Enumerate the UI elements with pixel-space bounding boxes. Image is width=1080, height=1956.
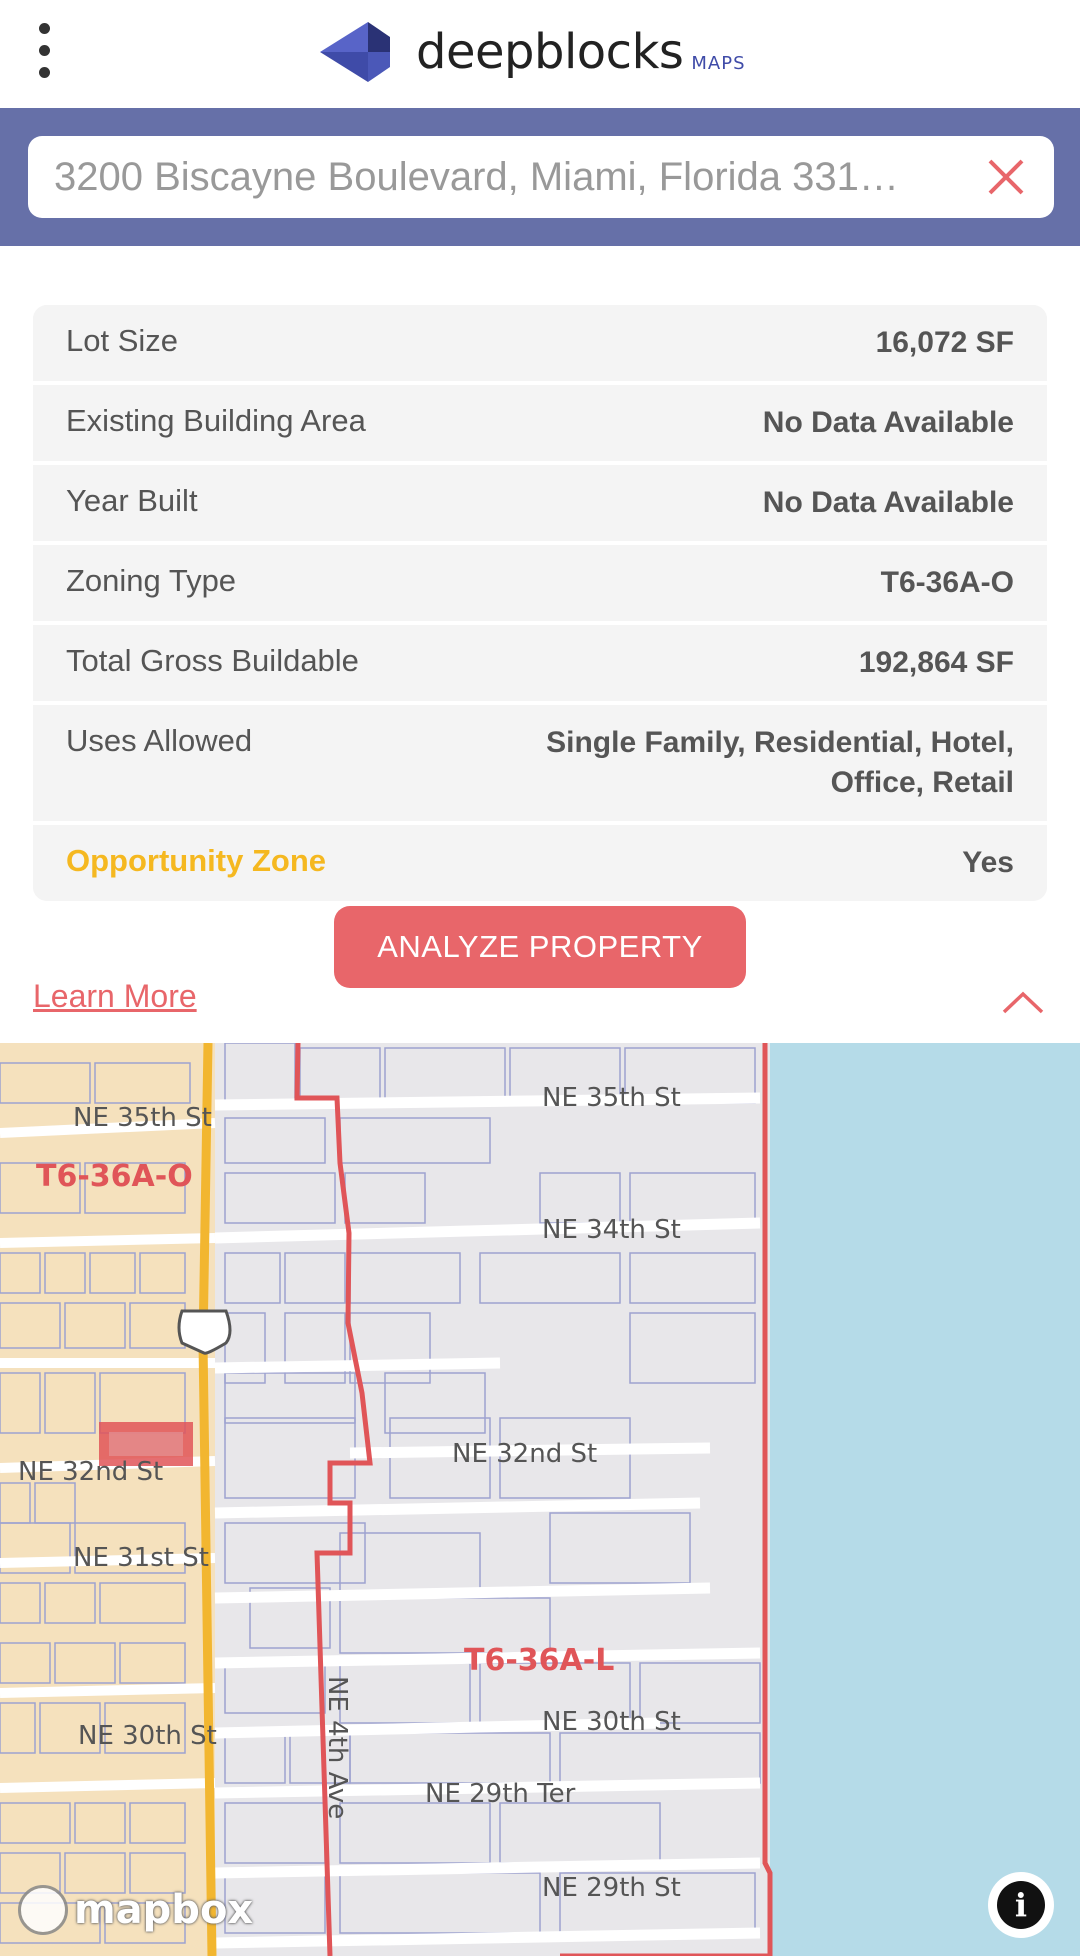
street-label-ne30-left: NE 30th St [78,1721,217,1751]
row-total-gross-buildable: Total Gross Buildable 192,864 SF [33,625,1047,705]
row-existing-building-area: Existing Building Area No Data Available [33,385,1047,465]
brand-logo: deepblocks MAPS [320,16,746,88]
row-label: Uses Allowed [66,723,253,758]
analyze-property-button[interactable]: ANALYZE PROPERTY [334,906,746,988]
row-value: T6-36A-O [880,566,1014,599]
street-label-ne29ter: NE 29th Ter [425,1779,576,1809]
property-details-table: Lot Size 16,072 SF Existing Building Are… [33,305,1047,901]
row-opportunity-zone: Opportunity Zone Yes [33,825,1047,901]
street-label-ne32-left: NE 32nd St [18,1457,164,1487]
mapbox-logo[interactable]: mapbox [18,1883,253,1937]
brand-sub: MAPS [691,52,746,74]
row-value: Single Family, Residential, Hotel, Offic… [546,726,1014,799]
street-label-ne29st: NE 29th St [542,1873,681,1903]
row-value: No Data Available [762,486,1014,519]
row-label: Existing Building Area [66,403,366,438]
mapbox-attribution: mapbox [74,1887,254,1933]
street-label-ne34: NE 34th St [542,1215,681,1245]
row-value: 192,864 SF [858,646,1014,679]
info-icon[interactable]: i [988,1872,1054,1938]
street-label-ne35-right: NE 35th St [542,1083,681,1113]
zoning-map[interactable]: NE 35th St NE 35th St NE 34th St NE 32nd… [0,1043,1080,1956]
learn-more-link[interactable]: Learn More [33,978,197,1015]
app-header: deepblocks MAPS [0,0,1080,108]
more-menu-icon[interactable] [28,20,60,82]
opportunity-zone-label[interactable]: Opportunity Zone [66,843,326,879]
search-bar: 3200 Biscayne Boulevard, Miami, Florida … [0,108,1080,246]
chevron-up-icon[interactable] [1000,986,1046,1016]
street-label-ne35-left: NE 35th St [73,1103,212,1133]
street-label-ne31: NE 31st St [73,1543,209,1573]
mapbox-icon [18,1885,68,1935]
row-lot-size: Lot Size 16,072 SF [33,305,1047,385]
search-box: 3200 Biscayne Boulevard, Miami, Florida … [28,136,1054,218]
row-label: Zoning Type [66,563,237,598]
row-value: No Data Available [762,406,1014,439]
row-label: Total Gross Buildable [66,643,359,678]
row-value: Yes [962,846,1014,879]
street-label-ne32-right: NE 32nd St [452,1439,598,1469]
search-input[interactable]: 3200 Biscayne Boulevard, Miami, Florida … [54,136,974,218]
row-uses-allowed: Uses Allowed Single Family, Residential,… [33,705,1047,825]
street-label-ne4ave: NE 4th Ave [322,1676,352,1820]
row-label: Year Built [66,483,198,518]
deepblocks-logo-icon [320,22,390,82]
zone-label-left: T6-36A-O [36,1159,193,1194]
street-label-ne30-right: NE 30th St [542,1707,681,1737]
zone-label-center: T6-36A-L [464,1643,615,1678]
brand-name: deepblocks [416,24,684,80]
row-year-built: Year Built No Data Available [33,465,1047,545]
close-icon[interactable] [982,153,1030,201]
row-value: 16,072 SF [875,326,1014,359]
row-label: Lot Size [66,323,179,358]
row-zoning-type: Zoning Type T6-36A-O [33,545,1047,625]
